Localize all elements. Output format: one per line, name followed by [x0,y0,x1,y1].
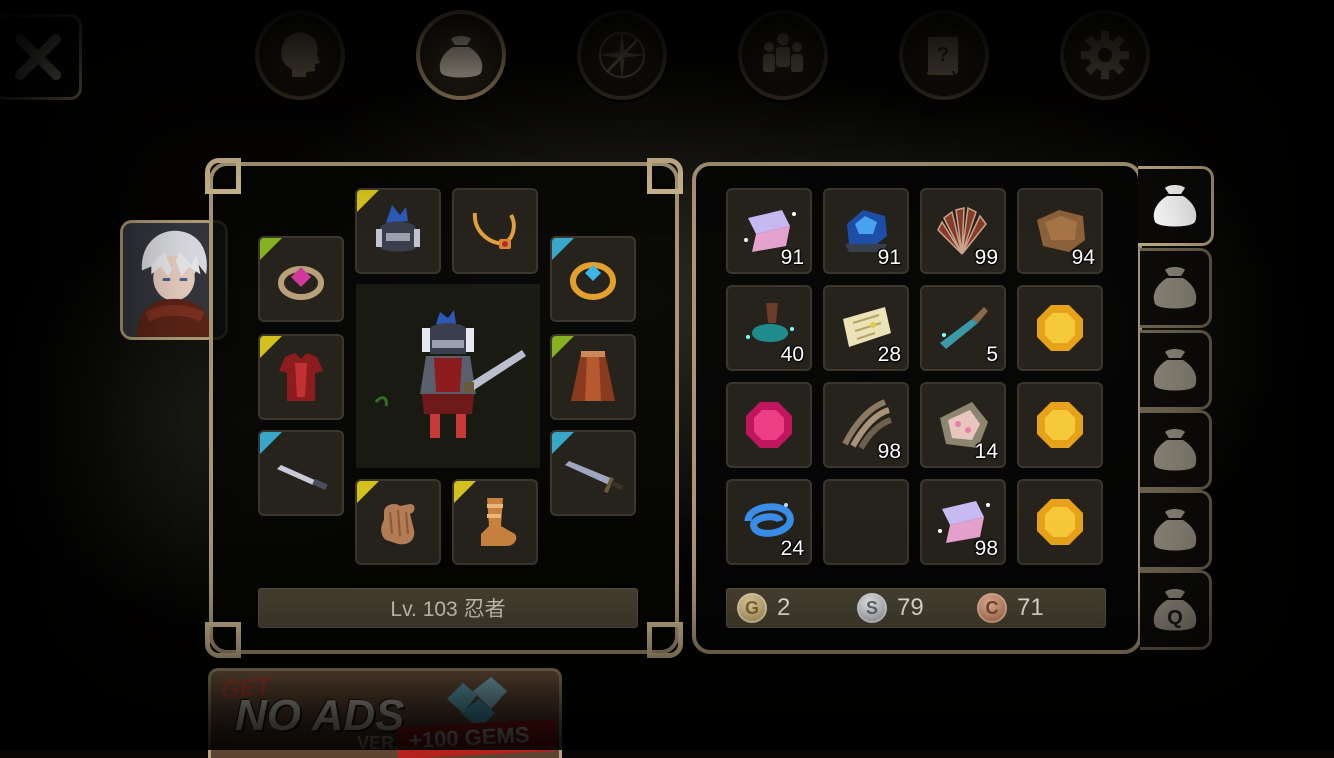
quest-bag-icon: Q [1153,589,1196,631]
rarity-marker [357,190,379,212]
inventory-slot[interactable] [1017,382,1103,468]
tab-skills[interactable] [577,10,667,100]
rarity-marker [552,336,574,358]
inventory-slot[interactable]: 5 [920,285,1006,371]
item-quantity: 94 [1071,246,1095,269]
equip-slot-offhand[interactable] [258,430,344,516]
character-preview [356,284,540,468]
silver-amount: 79 [897,594,924,621]
tab-settings[interactable] [1060,10,1150,100]
bag-tab-quest[interactable]: Q [1140,570,1212,650]
item-quantity: 24 [780,537,804,560]
item-quantity: 14 [974,440,998,463]
equip-slot-weapon[interactable] [550,430,636,516]
scroll-icon: ? [927,37,958,75]
gold-coin-icon: G [737,593,767,623]
tab-party[interactable] [738,10,828,100]
top-navigation: ? [0,10,1334,102]
inventory-slot[interactable]: 91 [726,188,812,274]
ruby-gem-icon [746,402,792,448]
bag-tab-5[interactable] [1140,490,1212,570]
item-quantity: 99 [974,246,998,269]
item-quantity: 28 [877,343,901,366]
gold-gem-icon [1037,499,1083,545]
dagger-tooth-icon [940,307,988,349]
rarity-marker [260,336,282,358]
necklace-icon [472,212,516,249]
bag-icon [1153,509,1196,551]
gold-gem-icon [1037,402,1083,448]
inventory-slot[interactable] [1017,285,1103,371]
bag-tab-1[interactable] [1138,166,1214,246]
equip-slot-cloak[interactable] [550,334,636,420]
tab-inventory[interactable] [416,10,506,100]
rarity-marker [454,481,476,503]
item-quantity: 91 [877,246,901,269]
bag-icon [1153,429,1196,471]
equip-slot-ring-right[interactable] [550,236,636,322]
equip-slot-body-armor[interactable] [258,334,344,420]
panel-corner [647,158,683,194]
character-level-label: Lv. 103 忍者 [258,588,638,628]
inventory-slot-empty[interactable] [823,479,909,565]
equip-slot-necklace[interactable] [452,188,538,274]
inventory-slot[interactable]: 40 [726,285,812,371]
tab-status[interactable] [255,10,345,100]
svg-text:?: ? [937,44,949,66]
panel-corner [647,622,683,658]
inventory-slot[interactable]: 94 [1017,188,1103,274]
bag-tab-2[interactable] [1140,248,1212,328]
inventory-slot[interactable]: 14 [920,382,1006,468]
item-quantity: 98 [877,440,901,463]
inventory-slot[interactable]: 91 [823,188,909,274]
quest-tab-letter: Q [1167,607,1183,629]
ad-ver-text: VER. [357,733,400,753]
rarity-marker [552,432,574,454]
inventory-slot[interactable]: 98 [823,382,909,468]
hero-sprite-icon [374,310,526,438]
inventory-slot[interactable]: 24 [726,479,812,565]
gear-icon [1081,31,1129,79]
inventory-slot[interactable] [726,382,812,468]
item-quantity: 5 [986,343,998,366]
rarity-marker [260,238,282,260]
inventory-slot[interactable] [1017,479,1103,565]
bag-tab-4[interactable] [1140,410,1212,490]
silver-coin-icon: S [857,593,887,623]
sword-compass-icon [598,31,646,79]
rarity-marker [552,238,574,260]
item-quantity: 40 [780,343,804,366]
panel-corner [205,158,241,194]
item-quantity: 91 [780,246,804,269]
bag-icon [1153,349,1196,391]
equip-slot-gloves[interactable] [355,479,441,565]
inventory-slot[interactable]: 99 [920,188,1006,274]
item-quantity: 98 [974,537,998,560]
equip-slot-ring-left[interactable] [258,236,344,322]
bag-tab-3[interactable] [1140,330,1212,410]
people-icon [763,33,803,72]
panel-corner [205,622,241,658]
rarity-marker [260,432,282,454]
inventory-slot[interactable]: 28 [823,285,909,371]
inventory-slot[interactable]: 98 [920,479,1006,565]
bag-icon [439,36,483,78]
copper-amount: 71 [1017,594,1044,621]
gold-gem-icon [1037,305,1083,351]
rarity-marker [357,481,379,503]
head-silhouette-icon [281,32,320,77]
equip-slot-helmet[interactable] [355,188,441,274]
bag-icon [1153,267,1196,309]
copper-coin-icon: C [977,593,1007,623]
currency-bar: G 2 S 79 C 71 [726,588,1106,628]
equip-slot-boots[interactable] [452,479,538,565]
gold-amount: 2 [777,594,791,621]
no-ads-banner[interactable]: GET NO ADS VER. +100 GEMS [208,668,562,758]
bag-icon [1153,185,1196,227]
tab-quests[interactable]: ? [899,10,989,100]
